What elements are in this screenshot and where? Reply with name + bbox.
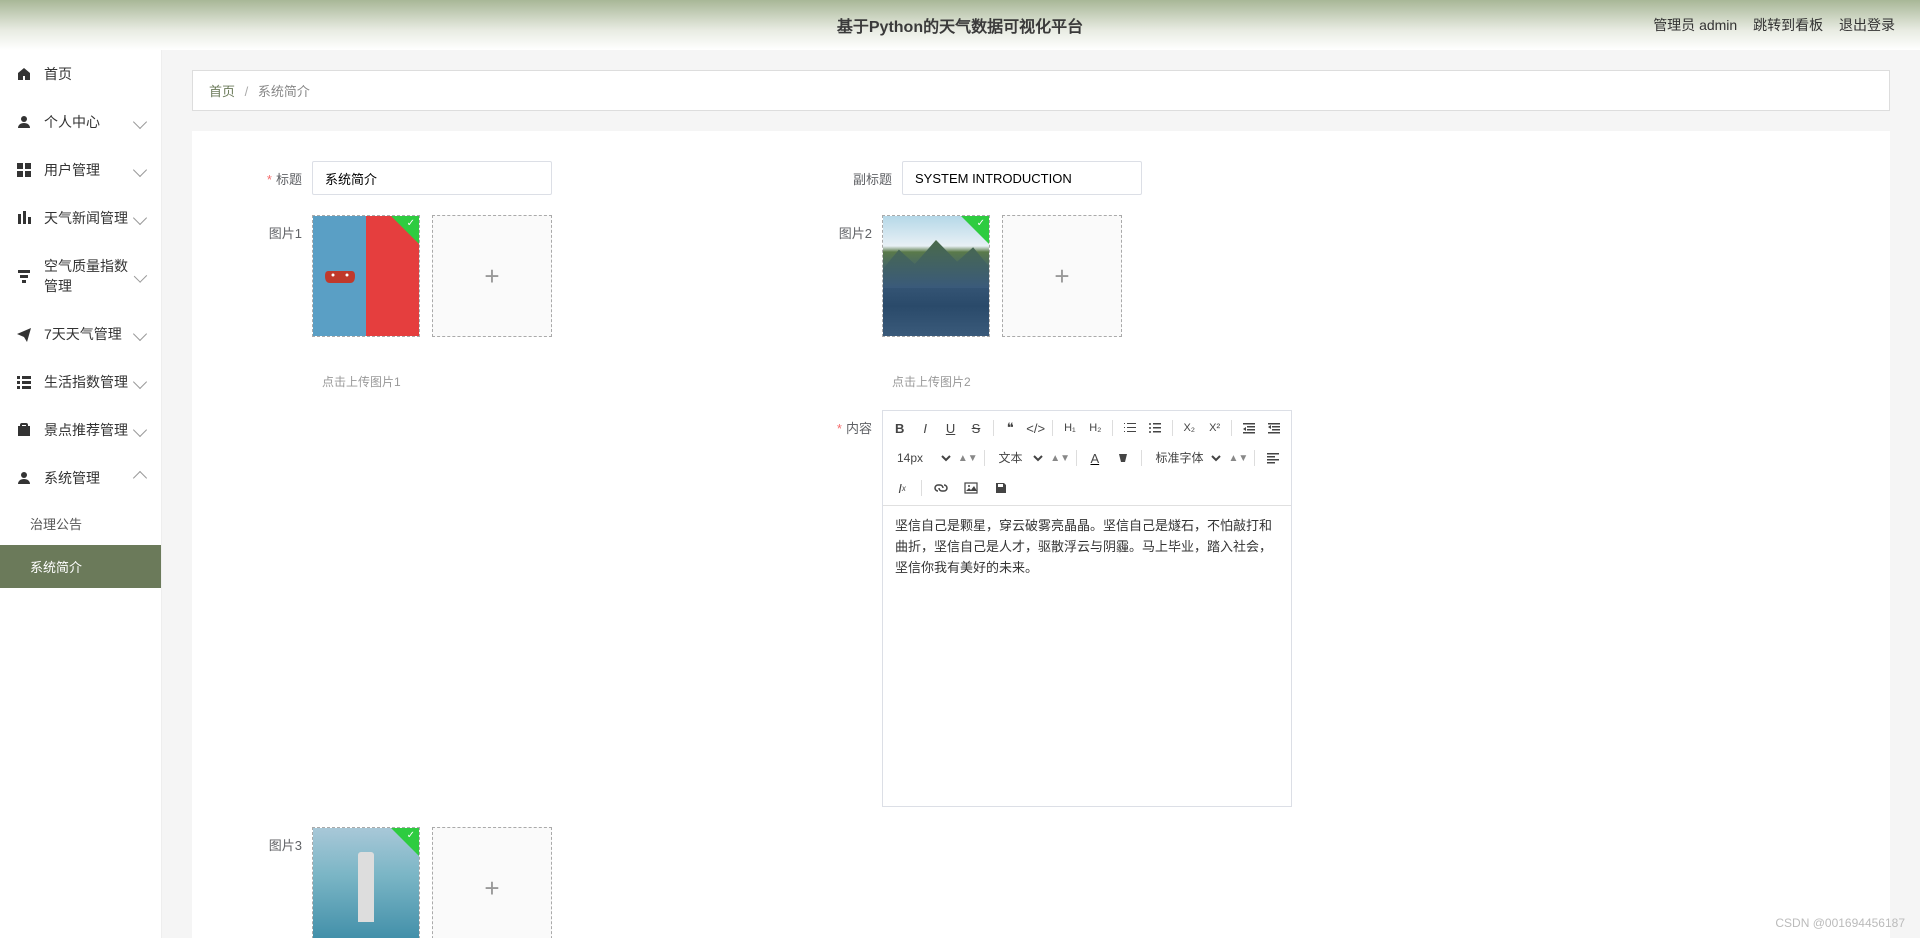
bold-button[interactable]: B (889, 417, 910, 439)
superscript-button[interactable]: X² (1204, 417, 1225, 439)
subscript-button[interactable]: X₂ (1179, 417, 1200, 439)
person-icon (16, 470, 32, 486)
image2-label: 图片2 (822, 215, 882, 242)
chevron-down-icon (133, 327, 147, 341)
sidebar-item-aqi[interactable]: 空气质量指数管理 (0, 242, 161, 310)
sidebar-subitem-announcement[interactable]: 治理公告 (0, 502, 161, 545)
sidebar-item-seven-day[interactable]: 7天天气管理 (0, 310, 161, 358)
grid-icon (16, 162, 32, 178)
fontfamily-select[interactable]: 标准字体 (1147, 447, 1224, 469)
breadcrumb-sep: / (245, 84, 249, 99)
ol-button[interactable] (1119, 417, 1140, 439)
editor-toolbar: B I U S ❝ </> H₁ H₂ (883, 411, 1291, 506)
chevron-down-icon (133, 115, 147, 129)
plus-icon: + (484, 261, 499, 292)
image3-thumbnail[interactable] (312, 827, 420, 938)
home-icon (16, 66, 32, 82)
outdent-button[interactable] (1264, 417, 1285, 439)
bag-icon (16, 422, 32, 438)
clearformat-button[interactable]: Ix (889, 477, 915, 499)
image1-thumbnail[interactable] (312, 215, 420, 337)
code-button[interactable]: </> (1025, 417, 1046, 439)
dashboard-link[interactable]: 跳转到看板 (1753, 17, 1823, 33)
editor-content[interactable]: 坚信自己是颗星，穿云破雾亮晶晶。坚信自己是燧石，不怕敲打和曲折，坚信自己是人才，… (883, 506, 1291, 806)
breadcrumb-current: 系统简介 (258, 84, 310, 99)
image1-upload-button[interactable]: + (432, 215, 552, 337)
texttype-select[interactable]: 文本 (991, 447, 1047, 469)
sidebar-item-sys-mgmt[interactable]: 系统管理 (0, 454, 161, 502)
sidebar-item-label: 空气质量指数管理 (44, 256, 136, 296)
logout-link[interactable]: 退出登录 (1839, 17, 1895, 33)
image1-hint: 点击上传图片1 (322, 373, 742, 390)
plus-icon: + (1054, 261, 1069, 292)
chevron-down-icon (133, 163, 147, 177)
subtitle-input[interactable] (902, 161, 1142, 195)
list-icon (16, 374, 32, 390)
image1-label: 图片1 (252, 215, 312, 242)
rich-editor: B I U S ❝ </> H₁ H₂ (882, 410, 1292, 807)
fontsize-select[interactable]: 14px (889, 447, 954, 469)
strike-button[interactable]: S (965, 417, 986, 439)
image2-upload-button[interactable]: + (1002, 215, 1122, 337)
breadcrumb-home[interactable]: 首页 (209, 84, 235, 99)
sidebar-item-label: 首页 (44, 64, 72, 84)
link-button[interactable] (928, 477, 954, 499)
sidebar-item-label: 天气新闻管理 (44, 208, 128, 228)
image3-upload-button[interactable]: + (432, 827, 552, 938)
breadcrumb: 首页 / 系统简介 (192, 70, 1890, 111)
sidebar-item-label: 系统管理 (44, 468, 100, 488)
bars-icon (16, 210, 32, 226)
sidebar-item-label: 生活指数管理 (44, 372, 128, 392)
quote-button[interactable]: ❝ (1000, 417, 1021, 439)
ul-button[interactable] (1144, 417, 1165, 439)
header-right: 管理员 admin 跳转到看板 退出登录 (1641, 15, 1895, 35)
sidebar-item-home[interactable]: 首页 (0, 50, 161, 98)
sidebar-item-weather-news[interactable]: 天气新闻管理 (0, 194, 161, 242)
page-title: 基于Python的天气数据可视化平台 (837, 13, 1083, 37)
sidebar-item-label: 用户管理 (44, 160, 100, 180)
sidebar-item-label: 个人中心 (44, 112, 100, 132)
chevron-up-icon (133, 471, 147, 485)
bgcolor-button[interactable] (1111, 447, 1135, 469)
admin-label[interactable]: 管理员 admin (1653, 17, 1737, 33)
italic-button[interactable]: I (914, 417, 935, 439)
sidebar-item-label: 7天天气管理 (44, 324, 122, 344)
image2-thumbnail[interactable] (882, 215, 990, 337)
save-button[interactable] (988, 477, 1014, 499)
h2-button[interactable]: H₂ (1085, 417, 1106, 439)
sidebar: 首页 个人中心 用户管理 天气新闻管理 (0, 50, 162, 938)
chevron-down-icon (133, 375, 147, 389)
image-button[interactable] (958, 477, 984, 499)
textcolor-button[interactable]: A (1083, 447, 1107, 469)
indent-button[interactable] (1238, 417, 1259, 439)
subtitle-label: 副标题 (842, 161, 902, 188)
sidebar-item-spot-rec[interactable]: 景点推荐管理 (0, 406, 161, 454)
chevron-down-icon (133, 211, 147, 225)
form-card: *标题 副标题 图片1 (192, 131, 1890, 938)
align-button[interactable] (1261, 447, 1285, 469)
chevron-down-icon (133, 423, 147, 437)
underline-button[interactable]: U (940, 417, 961, 439)
sidebar-subitem-system-intro[interactable]: 系统简介 (0, 545, 161, 588)
person-icon (16, 114, 32, 130)
title-label: *标题 (252, 161, 312, 188)
h1-button[interactable]: H₁ (1059, 417, 1080, 439)
image3-label: 图片3 (252, 827, 312, 854)
title-input[interactable] (312, 161, 552, 195)
plus-icon: + (484, 873, 499, 904)
image2-hint: 点击上传图片2 (892, 373, 1830, 390)
sidebar-item-user-mgmt[interactable]: 用户管理 (0, 146, 161, 194)
watermark: CSDN @001694456187 (1775, 916, 1905, 930)
sidebar-item-personal[interactable]: 个人中心 (0, 98, 161, 146)
content-label: *内容 (822, 410, 882, 437)
sidebar-item-life-index[interactable]: 生活指数管理 (0, 358, 161, 406)
header: 基于Python的天气数据可视化平台 管理员 admin 跳转到看板 退出登录 (0, 0, 1920, 50)
sidebar-item-label: 景点推荐管理 (44, 420, 128, 440)
send-icon (16, 326, 32, 342)
filter-icon (16, 268, 32, 284)
main-content: 首页 / 系统简介 *标题 副标题 图片1 (162, 50, 1920, 938)
